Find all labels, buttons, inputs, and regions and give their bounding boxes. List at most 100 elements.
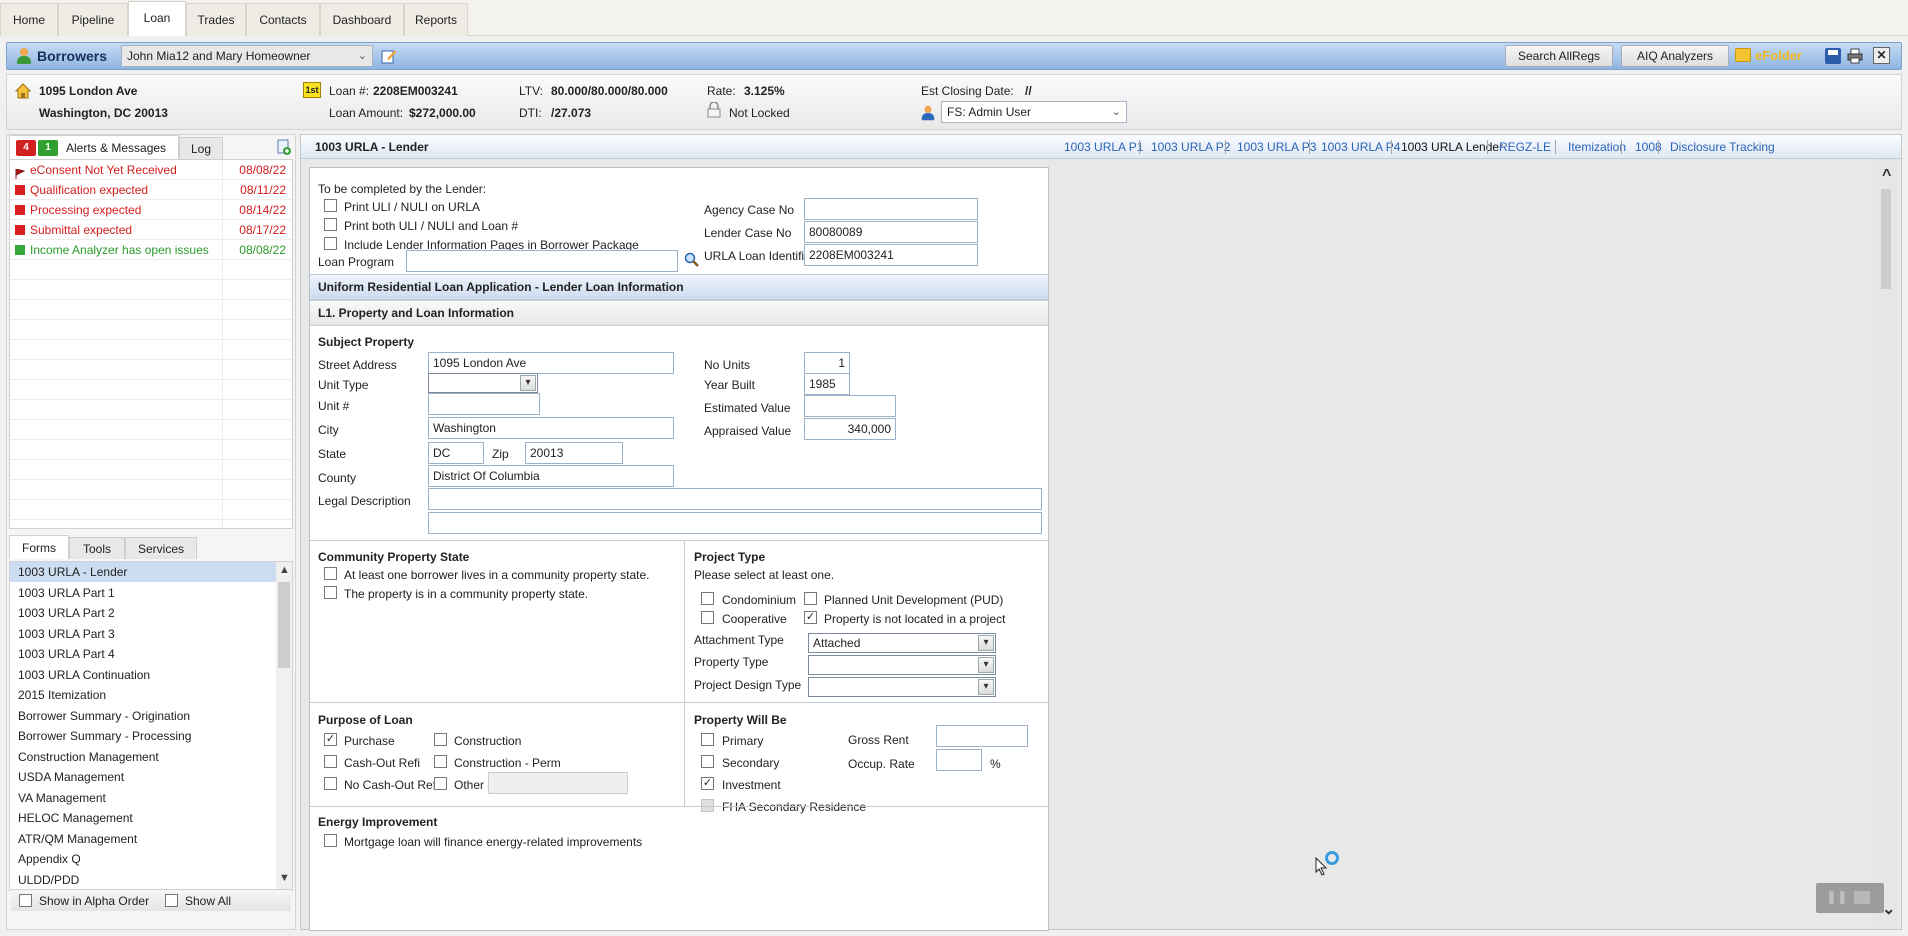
other-purpose-input[interactable] [488, 772, 628, 794]
main-scrollbar[interactable]: ^ ⌄ [1875, 159, 1899, 929]
form-list-item[interactable]: 1003 URLA Part 4 [10, 644, 276, 664]
form-list-item[interactable]: Construction Management [10, 747, 276, 767]
print-both-checkbox[interactable] [324, 218, 337, 231]
scroll-up-icon[interactable]: ▲ [279, 564, 290, 576]
scroll-down-icon[interactable]: ⌄ [1882, 899, 1895, 919]
form-list-item[interactable]: 1003 URLA Part 1 [10, 583, 276, 603]
tab-contacts[interactable]: Contacts [246, 3, 320, 36]
form-list-item[interactable]: USDA Management [10, 767, 276, 787]
alert-row[interactable]: Qualification expected 08/11/22 [10, 180, 292, 200]
form-list-item[interactable]: Appendix Q [10, 849, 276, 869]
unit-no-input[interactable] [428, 393, 540, 415]
save-icon[interactable] [1825, 48, 1841, 64]
community-borrower-checkbox[interactable] [324, 567, 337, 580]
project-design-select[interactable]: ▾ [808, 677, 996, 697]
edit-borrower-icon[interactable] [381, 48, 397, 64]
form-list-item[interactable]: HELOC Management [10, 808, 276, 828]
close-icon[interactable]: ✕ [1873, 47, 1890, 64]
purchase-checkbox[interactable]: ✓ [324, 733, 337, 746]
cashout-checkbox[interactable] [324, 755, 337, 768]
forms-scrollbar[interactable]: ▲ ▼ [276, 562, 292, 890]
add-document-icon[interactable] [277, 139, 291, 155]
screen-icon[interactable] [1854, 891, 1870, 904]
tab-pipeline[interactable]: Pipeline [58, 3, 128, 36]
show-alpha-checkbox[interactable] [19, 894, 32, 907]
form-link[interactable]: 1003 URLA P1 [1064, 140, 1143, 154]
tab-forms[interactable]: Forms [9, 535, 69, 559]
tab-log[interactable]: Log [179, 137, 223, 159]
tab-tools[interactable]: Tools [69, 537, 125, 559]
primary-checkbox[interactable] [701, 733, 714, 746]
search-icon[interactable] [684, 252, 700, 268]
community-property-checkbox[interactable] [324, 586, 337, 599]
zip-input[interactable]: 20013 [525, 442, 623, 464]
form-list-item[interactable]: ULDD/PDD [10, 870, 276, 890]
construction-perm-checkbox[interactable] [434, 755, 447, 768]
form-link[interactable]: Disclosure Tracking [1670, 140, 1775, 154]
print-icon[interactable] [1847, 48, 1863, 64]
gross-rent-input[interactable] [936, 725, 1028, 747]
alert-row[interactable]: eConsent Not Yet Received 08/08/22 [10, 160, 292, 180]
estimated-value-input[interactable] [804, 395, 896, 417]
print-uli-checkbox[interactable] [324, 199, 337, 212]
form-list-item[interactable]: 2015 Itemization [10, 685, 276, 705]
urla-id-input[interactable]: 2208EM003241 [804, 244, 978, 266]
attachment-type-select[interactable]: Attached ▾ [808, 633, 996, 653]
legal-description-input-1[interactable] [428, 488, 1042, 510]
form-list-item[interactable]: ATR/QM Management [10, 829, 276, 849]
efolder-button[interactable]: eFolder [1735, 46, 1813, 66]
scroll-up-icon[interactable]: ^ [1882, 167, 1891, 185]
tab-loan[interactable]: Loan [128, 1, 186, 36]
no-units-input[interactable]: 1 [804, 352, 850, 374]
not-in-project-checkbox[interactable]: ✓ [804, 611, 817, 624]
alert-row[interactable]: Submittal expected 08/17/22 [10, 220, 292, 240]
search-allregs-button[interactable]: Search AllRegs [1505, 45, 1613, 67]
tab-dashboard[interactable]: Dashboard [320, 3, 404, 36]
city-input[interactable]: Washington [428, 417, 674, 439]
alert-row[interactable]: Processing expected 08/14/22 [10, 200, 292, 220]
construction-checkbox[interactable] [434, 733, 447, 746]
legal-description-input-2[interactable] [428, 512, 1042, 534]
other-purpose-checkbox[interactable] [434, 777, 447, 790]
condominium-checkbox[interactable] [701, 592, 714, 605]
secondary-checkbox[interactable] [701, 755, 714, 768]
scrollbar-thumb[interactable] [1881, 189, 1891, 289]
county-input[interactable]: District Of Columbia [428, 465, 674, 487]
form-link[interactable]: Itemization [1568, 140, 1626, 154]
pud-checkbox[interactable] [804, 592, 817, 605]
include-pages-checkbox[interactable] [324, 237, 337, 250]
investment-checkbox[interactable]: ✓ [701, 777, 714, 790]
form-link[interactable]: 1003 URLA P4 [1321, 140, 1400, 154]
street-input[interactable]: 1095 London Ave [428, 352, 674, 374]
form-list-item[interactable]: 1003 URLA - Lender [10, 562, 276, 582]
form-link[interactable]: 1003 URLA P2 [1151, 140, 1230, 154]
agency-case-input[interactable] [804, 198, 978, 220]
scrollbar-thumb[interactable] [278, 582, 290, 668]
occupancy-rate-input[interactable] [936, 749, 982, 771]
form-link[interactable]: 1003 URLA P3 [1237, 140, 1316, 154]
year-built-input[interactable]: 1985 [804, 373, 850, 395]
tab-alerts-messages[interactable]: 4 1 Alerts & Messages [9, 135, 179, 159]
tab-trades[interactable]: Trades [186, 3, 246, 36]
lender-case-input[interactable]: 80080089 [804, 221, 978, 243]
tab-home[interactable]: Home [0, 3, 58, 36]
energy-improvement-checkbox[interactable] [324, 834, 337, 847]
tab-services[interactable]: Services [125, 537, 197, 559]
form-list-item[interactable]: 1003 URLA Continuation [10, 665, 276, 685]
scroll-down-icon[interactable]: ▼ [279, 872, 290, 884]
aiq-analyzers-button[interactable]: AIQ Analyzers [1621, 45, 1729, 67]
loan-program-input[interactable] [406, 250, 678, 272]
tab-reports[interactable]: Reports [404, 3, 468, 36]
borrower-select[interactable]: John Mia12 and Mary Homeowner ⌄ [121, 45, 373, 67]
cooperative-checkbox[interactable] [701, 611, 714, 624]
form-list-item[interactable]: VA Management [10, 788, 276, 808]
form-list-item[interactable]: 1003 URLA Part 2 [10, 603, 276, 623]
unit-type-select[interactable]: ▾ [428, 373, 538, 393]
assigned-user-select[interactable]: FS: Admin User ⌄ [941, 101, 1127, 123]
state-input[interactable]: DC [428, 442, 484, 464]
form-list-item[interactable]: 1003 URLA Part 3 [10, 624, 276, 644]
show-all-checkbox[interactable] [165, 894, 178, 907]
property-type-select[interactable]: ▾ [808, 655, 996, 675]
form-list-item[interactable]: Borrower Summary - Processing [10, 726, 276, 746]
form-list-item[interactable]: Borrower Summary - Origination [10, 706, 276, 726]
